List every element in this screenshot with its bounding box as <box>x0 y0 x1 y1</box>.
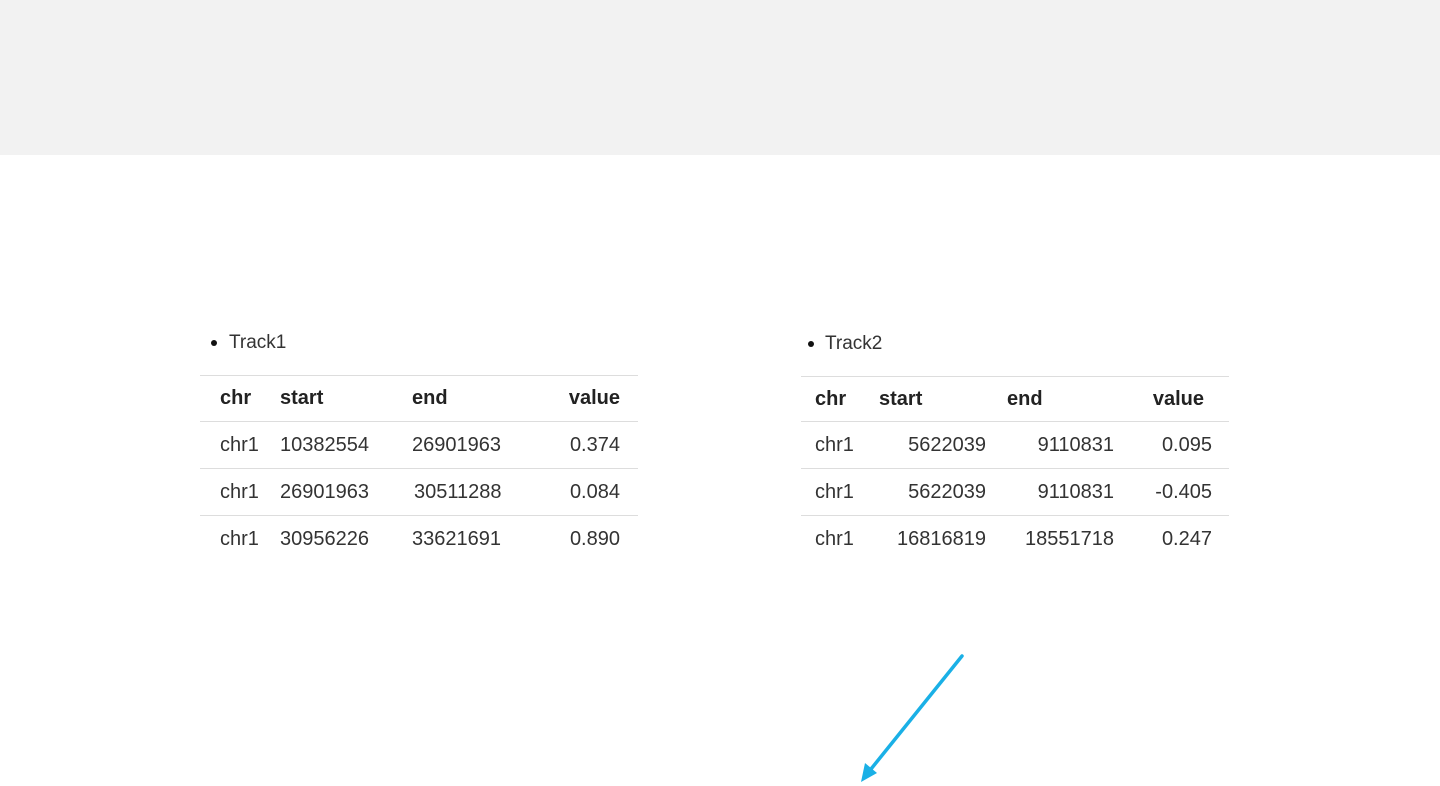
cell-end: 9110831 <box>1007 468 1135 516</box>
header-band <box>0 0 1440 155</box>
cell-start: 30956226 <box>280 527 369 550</box>
table-row: chr1 10382554 26901963 0.374 <box>200 421 638 469</box>
track1-label: Track1 <box>229 332 287 353</box>
track2-section: Track2 chr start end value chr1 5622039 … <box>801 331 1229 562</box>
cell-chr: chr1 <box>815 527 854 550</box>
track1-list-item: Track1 <box>200 330 638 356</box>
cell-end: 30511288 <box>412 468 545 516</box>
cell-chr: chr1 <box>220 527 259 550</box>
column-header-chr: chr <box>801 376 879 422</box>
column-header-end: end <box>1007 376 1135 422</box>
table-row: chr1 5622039 9110831 0.095 <box>801 421 1229 469</box>
column-header-start: start <box>280 375 412 422</box>
cell-end: 18551718 <box>1025 527 1114 550</box>
table-header-row: chr start end value <box>801 376 1229 422</box>
table-row: chr1 26901963 30511288 0.084 <box>200 468 638 516</box>
cell-start: 16816819 <box>897 527 986 550</box>
cell-end: 26901963 <box>412 421 545 469</box>
bullet-icon <box>808 341 814 347</box>
cell-start: 5622039 <box>879 421 1007 469</box>
track2-label: Track2 <box>825 333 883 354</box>
table-row: chr1 30956226 33621691 0.890 <box>200 516 638 563</box>
cell-value: 0.890 <box>569 527 620 550</box>
track2-list-item: Track2 <box>801 331 1229 357</box>
arrow-down-left-icon <box>861 654 964 782</box>
cell-end: 33621691 <box>412 527 501 550</box>
cell-value: 0.095 <box>1135 421 1229 469</box>
cell-value: -0.405 <box>1135 468 1229 516</box>
cell-start: 5622039 <box>879 468 1007 516</box>
column-header-chr: chr <box>200 375 280 422</box>
column-header-end: end <box>412 375 545 422</box>
track1-section: Track1 chr start end value chr1 10382554… <box>200 330 638 562</box>
cell-chr: chr1 <box>200 421 280 469</box>
column-header-value: value <box>545 375 638 422</box>
track1-table: chr start end value chr1 10382554 269019… <box>200 375 638 562</box>
cell-value: 0.374 <box>545 421 638 469</box>
track2-table: chr start end value chr1 5622039 9110831… <box>801 376 1229 562</box>
column-header-start: start <box>879 376 1007 422</box>
cell-chr: chr1 <box>801 468 879 516</box>
cell-chr: chr1 <box>801 421 879 469</box>
table-header-row: chr start end value <box>200 375 638 422</box>
table-row: chr1 16816819 18551718 0.247 <box>801 516 1229 563</box>
column-header-value: value <box>1135 376 1229 422</box>
cell-chr: chr1 <box>200 468 280 516</box>
cell-end: 9110831 <box>1007 421 1135 469</box>
cell-start: 26901963 <box>280 468 412 516</box>
bullet-icon <box>211 340 217 346</box>
table-row: chr1 5622039 9110831 -0.405 <box>801 468 1229 516</box>
cell-value: 0.247 <box>1161 527 1212 550</box>
cell-start: 10382554 <box>280 421 412 469</box>
cell-value: 0.084 <box>545 468 638 516</box>
